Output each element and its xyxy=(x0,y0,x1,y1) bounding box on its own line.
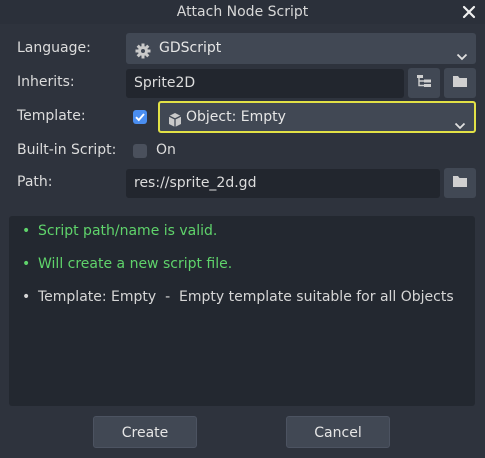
title-bar: Attach Node Script xyxy=(0,0,485,24)
path-label: Path: xyxy=(17,174,53,190)
template-dropdown[interactable]: Object: Empty xyxy=(158,101,476,133)
builtin-script-on-label: On xyxy=(156,142,176,158)
window-title: Attach Node Script xyxy=(176,4,309,20)
template-checkbox[interactable] xyxy=(133,110,147,124)
inherits-browse-button[interactable] xyxy=(444,68,476,98)
cancel-button[interactable]: Cancel xyxy=(286,416,390,448)
language-dropdown[interactable]: GDScript xyxy=(126,33,476,64)
template-value: Object: Empty xyxy=(186,109,286,125)
path-browse-button[interactable] xyxy=(444,168,476,198)
inherits-input[interactable]: Sprite2D xyxy=(126,69,404,98)
template-label: Template: xyxy=(17,108,86,124)
chevron-down-icon xyxy=(456,43,468,61)
validation-messages-panel: • Script path/name is valid. • Will create… xyxy=(9,216,475,406)
language-label: Language: xyxy=(17,40,91,56)
node-tree-button[interactable] xyxy=(408,68,440,98)
builtin-script-label: Built-in Script: xyxy=(17,142,117,158)
message-item: • Script path/name is valid. xyxy=(22,223,218,239)
object-icon xyxy=(167,109,183,139)
message-item: • Will create a new script file. xyxy=(22,256,233,272)
chevron-down-icon xyxy=(454,112,466,130)
language-value: GDScript xyxy=(159,40,222,56)
builtin-script-checkbox[interactable] xyxy=(133,144,147,158)
gear-icon xyxy=(135,40,151,70)
create-button[interactable]: Create xyxy=(93,416,197,448)
node-tree-icon xyxy=(416,74,432,92)
message-item: • Template: Empty - Empty template suitab… xyxy=(22,289,454,305)
inherits-label: Inherits: xyxy=(17,74,75,90)
folder-icon xyxy=(452,174,468,192)
folder-icon xyxy=(452,74,468,92)
path-input[interactable]: res://sprite_2d.gd xyxy=(126,169,440,198)
close-icon[interactable] xyxy=(461,3,477,21)
